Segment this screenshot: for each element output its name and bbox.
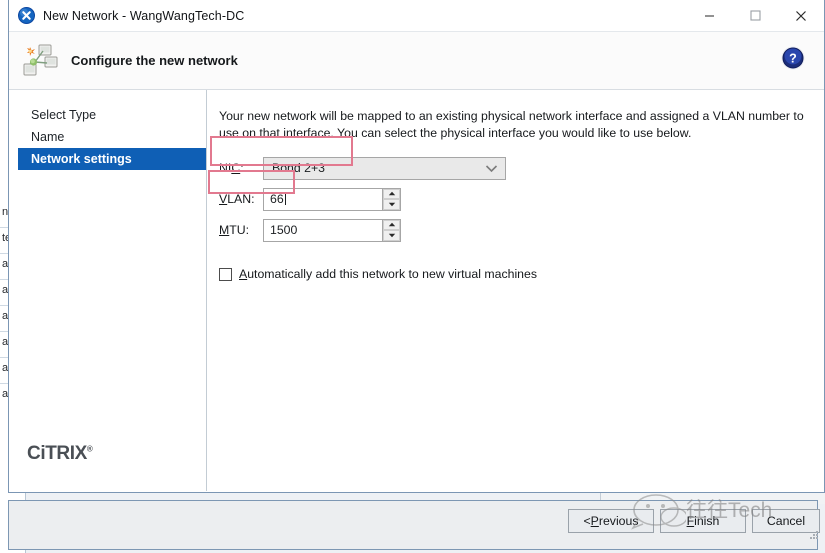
maximize-icon <box>749 10 761 21</box>
vlan-increment-button[interactable] <box>383 188 400 199</box>
mtu-label-suffix: TU: <box>229 223 250 237</box>
citrix-logo-trademark: ® <box>86 444 93 454</box>
sidebar-item-label: Name <box>31 130 65 144</box>
wizard-step-list: Select Type Name Network settings CiTRIX… <box>9 90 207 491</box>
previous-button[interactable]: < Previous <box>568 509 654 533</box>
network-diagram-icon <box>23 44 58 75</box>
mtu-value: 1500 <box>270 223 298 237</box>
vlan-decrement-button[interactable] <box>383 199 400 210</box>
vlan-accel-key: V <box>219 192 228 206</box>
help-question-icon: ? <box>781 46 805 70</box>
chevron-down-icon <box>485 164 498 172</box>
auto-add-label-rest: utomatically add this network to new vir… <box>247 267 537 281</box>
maximize-button[interactable] <box>732 0 778 31</box>
finish-button[interactable]: Finish <box>660 509 746 533</box>
previous-accel-key: P <box>590 514 599 528</box>
vlan-spinner[interactable]: 66 <box>263 187 401 211</box>
sidebar-item-name[interactable]: Name <box>9 126 206 148</box>
auto-add-checkbox-row[interactable]: Automatically add this network to new vi… <box>219 267 804 281</box>
arrow-down-icon <box>388 233 395 237</box>
previous-label-rest: revious <box>598 514 639 528</box>
vlan-value: 66 <box>270 192 284 206</box>
mtu-spinner-buttons <box>382 219 400 241</box>
previous-prefix: < <box>583 514 591 528</box>
help-button[interactable]: ? <box>780 45 806 71</box>
close-icon <box>796 10 806 21</box>
auto-add-accel-key: A <box>239 267 248 281</box>
mtu-accel-key: M <box>219 223 230 237</box>
mtu-spinner[interactable]: 1500 <box>263 218 401 242</box>
wizard-header: Configure the new network ? <box>9 32 824 90</box>
vlan-label-suffix: LAN: <box>227 192 255 206</box>
nic-combobox[interactable]: Bond 2+3 <box>263 156 506 180</box>
sidebar-item-network-settings[interactable]: Network settings <box>18 148 206 170</box>
citrix-logo: CiTRIX® <box>27 443 93 465</box>
arrow-down-icon <box>388 202 395 206</box>
minimize-icon <box>704 15 714 17</box>
mtu-decrement-button[interactable] <box>383 230 400 241</box>
sidebar-item-label: Select Type <box>31 108 97 122</box>
nic-label-suffix: : <box>240 161 244 175</box>
text-caret <box>284 192 286 205</box>
sidebar-item-label: Network settings <box>31 152 132 166</box>
finish-label-rest: inish <box>694 514 720 528</box>
vlan-input[interactable]: 66 <box>264 192 382 206</box>
nic-value: Bond 2+3 <box>272 161 325 175</box>
wizard-body: Select Type Name Network settings CiTRIX… <box>9 90 824 491</box>
vlan-label: VLAN: <box>219 192 263 206</box>
citrix-logo-text: CiTRIX <box>27 443 87 464</box>
svg-text:?: ? <box>789 52 797 66</box>
auto-add-checkbox-label[interactable]: Automatically add this network to new vi… <box>239 267 537 281</box>
resize-grip-icon[interactable] <box>807 528 819 540</box>
cancel-label-rest: ancel <box>775 514 806 528</box>
minimize-button[interactable] <box>686 0 732 31</box>
nic-label: NIC: <box>219 161 244 175</box>
vlan-row: VLAN: 66 <box>219 187 804 211</box>
mtu-input[interactable]: 1500 <box>264 223 382 237</box>
mtu-row: MTU: 1500 <box>219 218 804 242</box>
wizard-button-bar: < Previous Finish Cancel <box>8 498 825 544</box>
wizard-content-pane: Your new network will be mapped to an ex… <box>207 90 824 491</box>
vlan-spinner-buttons <box>382 188 400 210</box>
window-title: New Network - WangWangTech-DC <box>43 8 245 23</box>
xencenter-app-icon <box>18 7 35 24</box>
mtu-increment-button[interactable] <box>383 219 400 230</box>
window-controls <box>686 0 824 31</box>
sidebar-item-select-type[interactable]: Select Type <box>9 104 206 126</box>
new-network-wizard-dialog: New Network - WangWangTech-DC Configure … <box>8 0 825 493</box>
arrow-up-icon <box>388 192 395 196</box>
finish-accel-key: F <box>686 514 695 528</box>
nic-row: NIC: Bond 2+3 <box>219 156 804 180</box>
cancel-accel-key: C <box>766 514 776 528</box>
mtu-label: MTU: <box>219 223 263 237</box>
close-button[interactable] <box>778 0 824 31</box>
title-bar: New Network - WangWangTech-DC <box>9 0 824 32</box>
intro-text: Your new network will be mapped to an ex… <box>219 109 804 140</box>
page-title: Configure the new network <box>71 53 238 68</box>
arrow-up-icon <box>388 223 395 227</box>
nic-accel-key: C <box>231 161 241 175</box>
auto-add-checkbox[interactable] <box>219 267 232 281</box>
